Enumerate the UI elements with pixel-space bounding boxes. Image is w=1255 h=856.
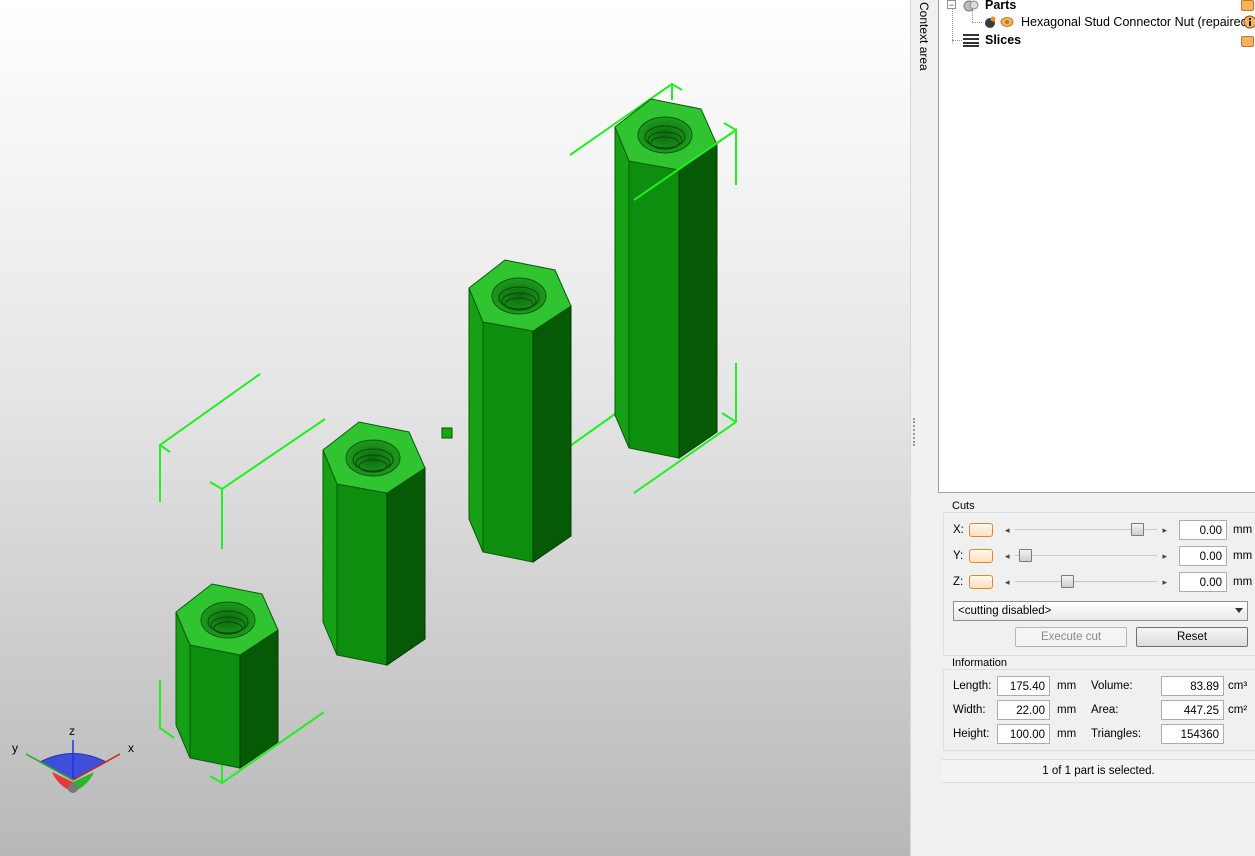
cut-z-input[interactable]: 0.00 — [1179, 572, 1227, 592]
tree-slices-label[interactable]: Slices — [985, 31, 1021, 49]
area-label: Area: — [1091, 704, 1119, 716]
part-status-icon — [985, 16, 996, 28]
scene-canvas[interactable] — [0, 0, 910, 856]
execute-cut-button[interactable]: Execute cut — [1015, 627, 1127, 647]
length-value: 175.40 — [997, 676, 1050, 696]
cut-y-unit: mm — [1233, 550, 1253, 562]
axis-x-label: x — [128, 741, 134, 755]
height-value: 100.00 — [997, 724, 1050, 744]
parts-icon — [963, 0, 979, 12]
triangles-value: 154360 — [1161, 724, 1224, 744]
pivot-marker — [441, 427, 453, 439]
slider-left-arrow-icon: ◂ — [1005, 525, 1010, 535]
volume-value: 83.89 — [1161, 676, 1224, 696]
3d-viewport[interactable]: z y x — [0, 0, 910, 856]
length-label: Length: — [953, 680, 992, 692]
part-info-icon[interactable] — [1243, 15, 1255, 29]
slider-left-arrow-icon: ◂ — [1005, 551, 1010, 561]
cut-y-label: Y: — [953, 550, 964, 562]
chevron-down-icon — [1235, 608, 1243, 613]
triangles-label: Triangles: — [1091, 728, 1142, 740]
cut-y-input[interactable]: 0.00 — [1179, 546, 1227, 566]
cut-mode-select[interactable]: <cutting disabled> — [953, 601, 1248, 621]
area-unit: cm² — [1228, 704, 1248, 716]
cut-y-color-chip[interactable] — [969, 549, 993, 563]
tree-parts-label[interactable]: Parts — [985, 0, 1016, 14]
cut-x-color-chip[interactable] — [969, 523, 993, 537]
cut-z-unit: mm — [1233, 576, 1253, 588]
cut-y-slider-thumb[interactable] — [1019, 549, 1032, 562]
cut-mode-value: <cutting disabled> — [958, 605, 1052, 617]
parts-visibility-icon[interactable] — [1241, 0, 1254, 11]
selection-status: 1 of 1 part is selected. — [942, 759, 1255, 783]
axis-z-label: z — [69, 724, 75, 738]
splitter-grip[interactable] — [913, 418, 917, 446]
cut-x-input[interactable]: 0.00 — [1179, 520, 1227, 540]
width-value: 22.00 — [997, 700, 1050, 720]
width-label: Width: — [953, 704, 986, 716]
axis-gizmo — [25, 740, 121, 793]
hex-stud-1 — [175, 583, 279, 769]
width-unit: mm — [1057, 704, 1077, 716]
cut-z-label: Z: — [953, 576, 964, 588]
slices-visibility-icon[interactable] — [1241, 36, 1254, 47]
collapse-parts-icon[interactable]: − — [947, 0, 956, 10]
cuts-title: Cuts — [950, 500, 977, 512]
context-area-label: Context area — [917, 2, 931, 71]
reset-button[interactable]: Reset — [1136, 627, 1248, 647]
eye-icon[interactable] — [1000, 16, 1014, 28]
cut-x-label: X: — [953, 524, 964, 536]
slider-left-arrow-icon: ◂ — [1005, 577, 1010, 587]
cut-x-slider[interactable]: ◂ ▸ — [1003, 523, 1169, 537]
area-value: 447.25 — [1161, 700, 1224, 720]
cut-x-slider-thumb[interactable] — [1131, 523, 1144, 536]
volume-label: Volume: — [1091, 680, 1133, 692]
cut-z-color-chip[interactable] — [969, 575, 993, 589]
axis-y-label: y — [12, 741, 18, 755]
hex-stud-3 — [468, 259, 572, 563]
slider-right-arrow-icon: ▸ — [1162, 551, 1167, 561]
height-unit: mm — [1057, 728, 1077, 740]
cut-z-slider-thumb[interactable] — [1061, 575, 1074, 588]
tree-part-name[interactable]: Hexagonal Stud Connector Nut (repaired) — [1021, 13, 1252, 31]
cut-z-slider[interactable]: ◂ ▸ — [1003, 575, 1169, 589]
height-label: Height: — [953, 728, 990, 740]
slider-right-arrow-icon: ▸ — [1162, 577, 1167, 587]
context-area-strip[interactable]: Context area — [910, 0, 939, 856]
slices-icon — [963, 34, 979, 47]
volume-unit: cm³ — [1228, 680, 1248, 692]
slider-right-arrow-icon: ▸ — [1162, 525, 1167, 535]
parts-tree[interactable]: − Parts Hexagonal Stud Connector Nut (re… — [938, 0, 1255, 493]
length-unit: mm — [1057, 680, 1077, 692]
information-title: Information — [950, 657, 1010, 669]
cut-y-slider[interactable]: ◂ ▸ — [1003, 549, 1169, 563]
cut-x-unit: mm — [1233, 524, 1253, 536]
hex-stud-2 — [322, 421, 426, 666]
